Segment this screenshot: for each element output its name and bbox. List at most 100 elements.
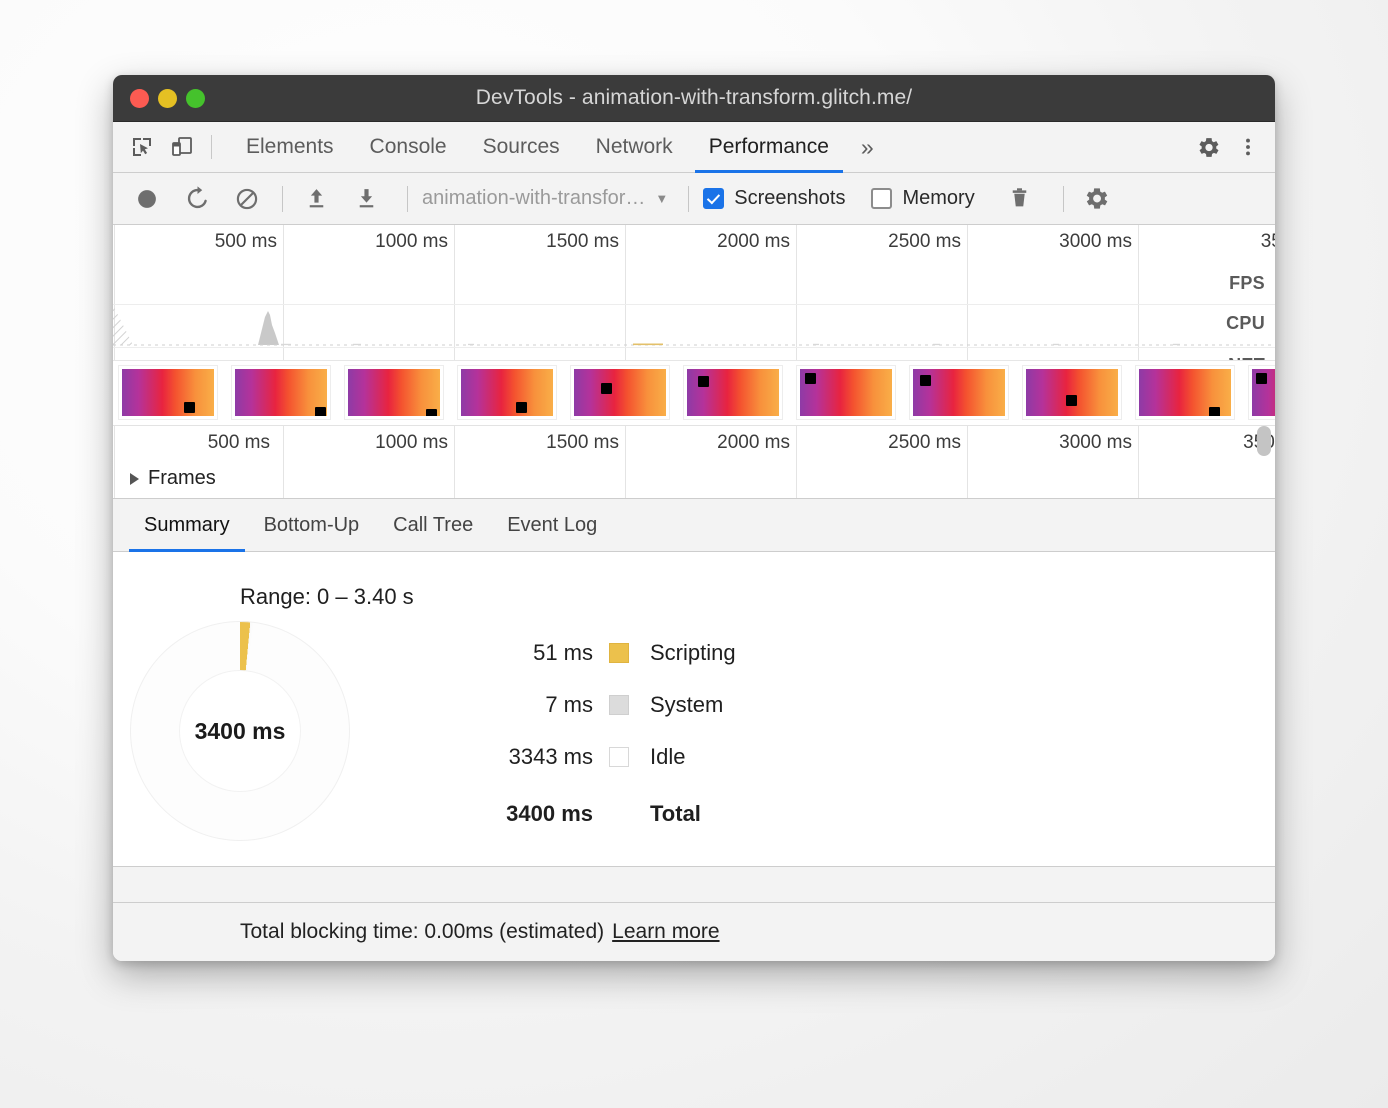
filmstrip-thumbnail [348, 369, 440, 416]
inspect-element-icon[interactable] [129, 134, 155, 160]
ruler-bottom-label-3: 2000 ms [717, 432, 796, 454]
filmstrip-thumbnail [800, 369, 892, 416]
tab-bottom-up[interactable]: Bottom-Up [247, 499, 377, 551]
tab-performance[interactable]: Performance [691, 122, 847, 172]
tab-event-log[interactable]: Event Log [490, 499, 614, 551]
device-toolbar-icon[interactable] [169, 134, 195, 160]
record-button[interactable] [128, 180, 166, 218]
ruler-bottom-label-2: 1500 ms [546, 432, 625, 454]
animated-square [426, 409, 437, 416]
filmstrip-thumbnail [1252, 369, 1275, 416]
filmstrip-frame[interactable] [570, 365, 670, 420]
filmstrip-thumbnail [1139, 369, 1231, 416]
legend-row-system[interactable]: 7 ms System [443, 692, 736, 718]
clear-recording-button[interactable] [228, 180, 266, 218]
save-profile-icon[interactable] [347, 180, 385, 218]
timeline-overview[interactable]: 500 ms 1000 ms 1500 ms 2000 ms 2500 ms 3… [113, 225, 1275, 499]
animated-square [315, 407, 326, 416]
window-title: DevTools - animation-with-transform.glit… [113, 86, 1275, 110]
animated-square [698, 376, 709, 387]
filmstrip-frame[interactable] [1022, 365, 1122, 420]
collect-garbage-trash-icon[interactable] [1001, 180, 1039, 218]
window-controls[interactable] [130, 89, 205, 108]
tab-elements[interactable]: Elements [228, 122, 352, 172]
maximize-window-button[interactable] [186, 89, 205, 108]
trace-select-dropdown[interactable]: animation-with-transfor… ▼ [422, 187, 668, 210]
learn-more-link[interactable]: Learn more [612, 920, 719, 944]
frames-track-header[interactable]: Frames [130, 467, 216, 490]
filmstrip-frame[interactable] [118, 365, 218, 420]
more-options-kebab-icon[interactable] [1235, 134, 1261, 160]
animated-square [516, 402, 527, 413]
toolbar-divider-1 [282, 186, 283, 212]
filmstrip-frame[interactable] [457, 365, 557, 420]
settings-gear-icon[interactable] [1195, 134, 1221, 160]
screenshots-checkbox-box[interactable] [703, 188, 724, 209]
filmstrip-frame[interactable] [683, 365, 783, 420]
legend-label-total: Total [650, 801, 701, 827]
filmstrip-frame[interactable] [1135, 365, 1235, 420]
legend-row-scripting[interactable]: 51 ms Scripting [443, 640, 736, 666]
tab-network[interactable]: Network [578, 122, 691, 172]
performance-toolbar: animation-with-transfor… ▼ Screenshots M… [113, 173, 1275, 225]
devtools-tab-bar: Elements Console Sources Network Perform… [113, 122, 1275, 173]
filmstrip-frame[interactable] [344, 365, 444, 420]
animated-square [1209, 407, 1220, 416]
filmstrip-frame[interactable] [796, 365, 896, 420]
filmstrip[interactable] [113, 360, 1275, 425]
tab-bar-divider [211, 135, 212, 159]
overview-graphs[interactable]: FPS CPU NET [113, 259, 1275, 360]
tab-call-tree[interactable]: Call Tree [376, 499, 490, 551]
memory-checkbox[interactable]: Memory [871, 187, 974, 210]
frames-label-text: Frames [148, 467, 216, 490]
more-tabs-chevron-icon[interactable]: » [847, 122, 888, 172]
timeline-scrollbar-thumb[interactable] [1257, 426, 1271, 456]
tab-bar-left-icons [113, 122, 195, 172]
timeline-ruler-bottom: 500 ms 1000 ms 1500 ms 2000 ms 2500 ms 3… [113, 425, 1275, 460]
summary-legend: 51 ms Scripting 7 ms System 3343 ms Idle… [443, 640, 736, 827]
range-label: Range: 0 – 3.40 s [240, 584, 414, 610]
minimize-window-button[interactable] [158, 89, 177, 108]
summary-footer-toolbar [113, 866, 1275, 902]
ruler-top-label-2: 1500 ms [546, 231, 625, 253]
legend-swatch-total [609, 804, 629, 824]
filmstrip-thumbnail [1026, 369, 1118, 416]
ruler-top-label-6: 3500 [1261, 231, 1275, 253]
filmstrip-frame[interactable] [909, 365, 1009, 420]
animated-square [184, 402, 195, 413]
ruler-top-label-0: 500 ms [215, 231, 283, 253]
animated-square [1256, 373, 1267, 384]
frames-track[interactable]: Frames [113, 460, 1275, 499]
filmstrip-frame[interactable] [231, 365, 331, 420]
filmstrip-frame[interactable] [1248, 365, 1275, 420]
screenshots-label: Screenshots [734, 187, 845, 210]
load-profile-icon[interactable] [297, 180, 335, 218]
legend-swatch-system [609, 695, 629, 715]
cpu-activity-graph [113, 259, 1275, 360]
legend-label-idle: Idle [650, 744, 685, 770]
tab-console[interactable]: Console [352, 122, 465, 172]
chevron-down-icon: ▼ [655, 191, 668, 206]
screenshots-checkbox[interactable]: Screenshots [703, 187, 845, 210]
tab-sources[interactable]: Sources [465, 122, 578, 172]
reload-and-record-button[interactable] [178, 180, 216, 218]
ruler-bottom-label-0: 500 ms [208, 432, 276, 454]
ruler-bottom-label-1: 1000 ms [375, 432, 454, 454]
capture-settings-gear-icon[interactable] [1078, 180, 1116, 218]
animated-square [805, 373, 816, 384]
legend-row-idle[interactable]: 3343 ms Idle [443, 744, 736, 770]
devtools-window: DevTools - animation-with-transform.glit… [113, 75, 1275, 961]
ruler-bottom-label-4: 2500 ms [888, 432, 967, 454]
expand-triangle-icon[interactable] [130, 473, 139, 485]
ruler-bottom-label-5: 3000 ms [1059, 432, 1138, 454]
close-window-button[interactable] [130, 89, 149, 108]
filmstrip-thumbnail [235, 369, 327, 416]
detail-view-tabs: Summary Bottom-Up Call Tree Event Log [113, 499, 1275, 552]
toolbar-divider-2 [407, 186, 408, 212]
filmstrip-thumbnail [461, 369, 553, 416]
tab-summary[interactable]: Summary [127, 499, 247, 551]
filmstrip-thumbnail [122, 369, 214, 416]
filmstrip-thumbnail [574, 369, 666, 416]
memory-checkbox-box[interactable] [871, 188, 892, 209]
legend-value-total: 3400 ms [443, 801, 609, 827]
